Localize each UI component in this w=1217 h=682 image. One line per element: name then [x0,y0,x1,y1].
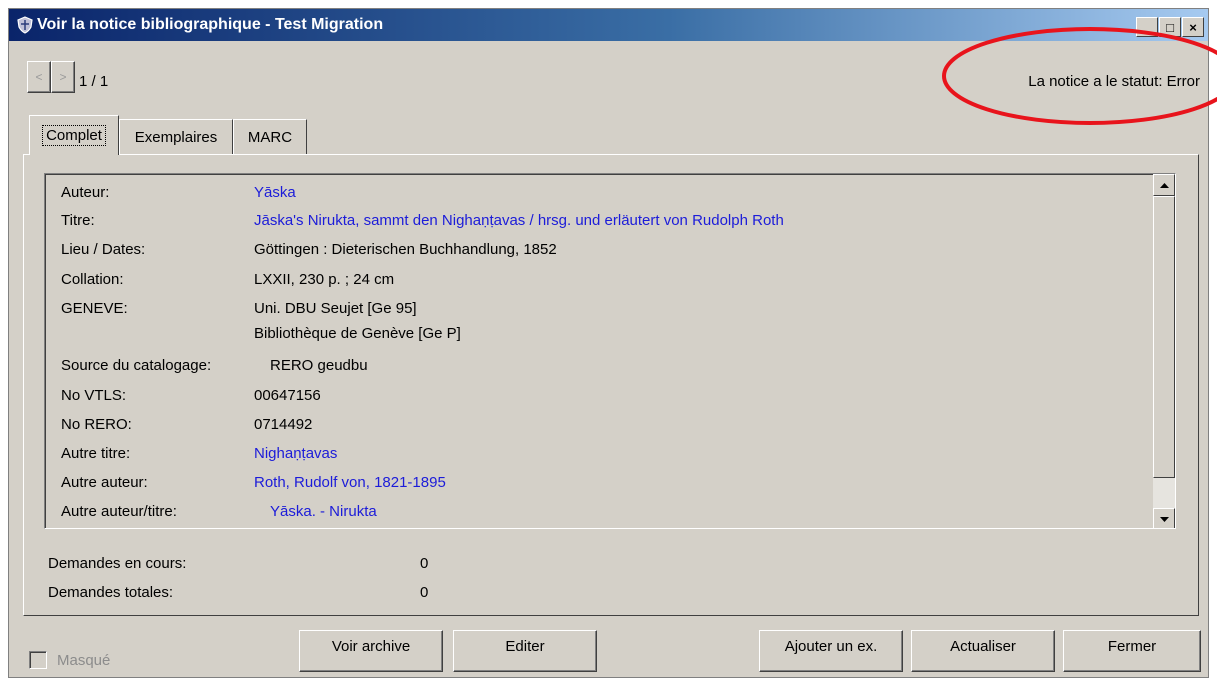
tab-marc-label: MARC [247,129,293,146]
tab-complet[interactable]: Complet [29,115,119,155]
field-label: Collation: [61,271,124,288]
record-status: La notice a le statut: Error [1028,73,1200,90]
field-value-link[interactable]: Jāska's Nirukta, sammt den Nighaṇṭavas /… [254,212,784,229]
tab-panel-complet: Auteur: Yāska Titre: Jāska's Nirukta, sa… [23,154,1199,616]
arrow-up-icon [1159,182,1169,188]
arrow-down-icon [1159,516,1169,522]
record-counter: 1 / 1 [79,73,109,90]
field-label: No VTLS: [61,387,127,404]
app-shield-icon [17,16,33,34]
field-label: Autre titre: [61,445,131,462]
bibliographic-record-window: Voir la notice bibliographique - Test Mi… [8,8,1209,678]
current-requests-label: Demandes en cours: [48,555,187,572]
close-icon: × [1189,19,1197,35]
field-value-link[interactable]: Yāska. - Nirukta [270,503,377,520]
add-item-button[interactable]: Ajouter un ex. [759,630,903,672]
masked-checkbox-label: Masqué [57,652,111,669]
chevron-right-icon: > [59,70,67,84]
previous-record-button[interactable]: < [27,61,51,93]
view-archive-label: Voir archive [331,637,411,655]
title-bar[interactable]: Voir la notice bibliographique - Test Mi… [9,9,1208,41]
edit-button[interactable]: Editer [453,630,597,672]
view-archive-button[interactable]: Voir archive [299,630,443,672]
edit-label: Editer [505,637,545,655]
field-value-link[interactable]: Roth, Rudolf von, 1821-1895 [254,474,446,491]
add-item-label: Ajouter un ex. [784,637,878,655]
refresh-button[interactable]: Actualiser [911,630,1055,672]
record-details: Auteur: Yāska Titre: Jāska's Nirukta, sa… [44,173,1176,529]
close-window-button[interactable]: × [1182,17,1204,37]
field-value: 0714492 [254,416,313,433]
close-label: Fermer [1107,637,1157,655]
maximize-button[interactable]: □ [1159,17,1181,37]
current-requests-value: 0 [420,555,429,572]
field-value: Göttingen : Dieterischen Buchhandlung, 1… [254,241,557,258]
field-label: Lieu / Dates: [61,241,146,258]
field-value: LXXII, 230 p. ; 24 cm [254,271,395,288]
field-label: GENEVE: [61,300,128,317]
minimize-icon: _ [1143,19,1151,35]
field-label: Auteur: [61,184,110,201]
maximize-icon: □ [1166,19,1174,35]
minimize-button[interactable]: _ [1136,17,1158,37]
total-requests-value: 0 [420,584,429,601]
scroll-up-button[interactable] [1153,174,1175,196]
scrollbar-thumb[interactable] [1153,196,1175,478]
total-requests-label: Demandes totales: [48,584,174,601]
tab-exemplaires-label: Exemplaires [134,129,218,146]
field-value-link[interactable]: Nighaṇṭavas [254,445,337,462]
field-label: Autre auteur: [61,474,148,491]
field-value: 00647156 [254,387,321,404]
field-value: Uni. DBU Seujet [Ge 95] [254,300,417,317]
masked-checkbox[interactable] [29,651,47,669]
next-record-button[interactable]: > [51,61,75,93]
scroll-down-button[interactable] [1153,508,1175,528]
refresh-label: Actualiser [950,637,1016,655]
tab-exemplaires[interactable]: Exemplaires [119,119,233,155]
tab-complet-label: Complet [42,125,106,146]
tab-marc[interactable]: MARC [233,119,307,155]
field-label: No RERO: [61,416,132,433]
field-label: Autre auteur/titre: [61,503,177,520]
vertical-scrollbar[interactable] [1153,174,1175,528]
field-value: RERO geudbu [270,357,368,374]
window-title: Voir la notice bibliographique - Test Mi… [37,16,384,33]
field-label: Titre: [61,212,95,229]
close-button[interactable]: Fermer [1063,630,1201,672]
field-value-link[interactable]: Yāska [254,184,296,201]
chevron-left-icon: < [35,70,43,84]
field-value-second-line: Bibliothèque de Genève [Ge P] [254,325,461,342]
field-label: Source du catalogage: [61,357,212,374]
